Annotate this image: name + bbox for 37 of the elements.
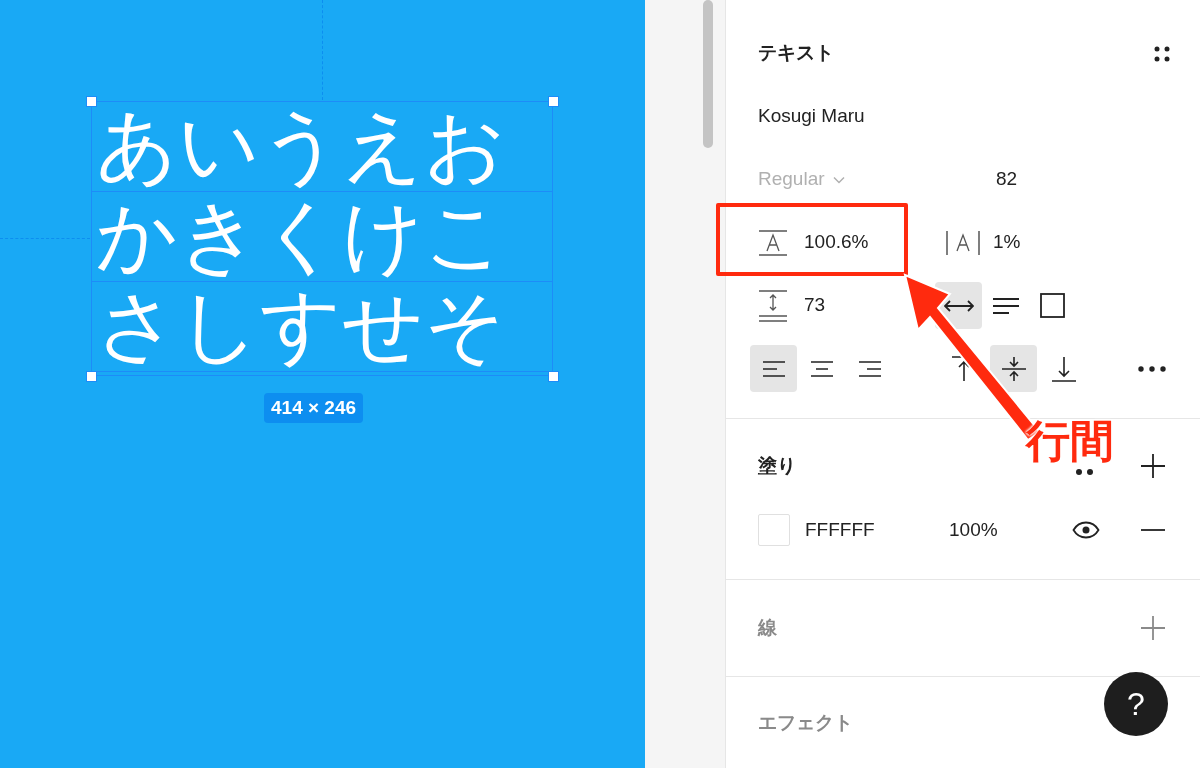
auto-width-icon (943, 298, 974, 313)
text-line: さしすせそ (92, 282, 552, 372)
text-line: かきくけこ (92, 192, 552, 282)
line-height-field[interactable]: 100.6% (758, 227, 948, 258)
section-title: エフェクト (758, 710, 853, 735)
dimension-label: 414 × 246 (264, 393, 364, 423)
hex-field[interactable]: FFFFFF (805, 515, 949, 545)
resize-handle[interactable] (86, 371, 97, 382)
paragraph-spacing-field[interactable]: 73 (758, 288, 826, 323)
add-stroke-button[interactable] (1138, 613, 1168, 643)
text-align-button[interactable] (750, 345, 797, 392)
resize-handle[interactable] (548, 96, 559, 107)
resize-handle[interactable] (548, 371, 559, 382)
opacity-field[interactable]: 100% (949, 515, 998, 545)
fixed-size-icon (1040, 293, 1066, 318)
vertical-align-button[interactable] (990, 345, 1037, 392)
annotation-label: 行間 (1026, 415, 1114, 467)
section-title: 塗り (758, 453, 796, 478)
font-family-field[interactable]: Kosugi Maru (758, 102, 865, 131)
line-height-icon (758, 227, 788, 258)
paragraph-spacing-icon (758, 288, 788, 323)
font-size-field[interactable]: 82 (996, 165, 1018, 194)
eye-icon (1072, 521, 1100, 539)
plus-icon (1140, 615, 1166, 641)
styles-icon (1075, 468, 1095, 476)
section-title: テキスト (758, 41, 834, 66)
plus-icon (1140, 453, 1166, 479)
section-title: 線 (758, 615, 777, 640)
minus-icon (1140, 528, 1166, 532)
color-swatch[interactable] (758, 514, 790, 546)
add-fill-button[interactable] (1138, 451, 1168, 481)
more-icon (1137, 364, 1167, 373)
auto-height-icon (991, 297, 1020, 314)
letter-spacing-field[interactable]: 1% (945, 227, 1021, 258)
chevron-down-icon (832, 175, 845, 184)
resize-handle[interactable] (86, 96, 97, 107)
scrollbar-thumb[interactable] (703, 0, 713, 148)
